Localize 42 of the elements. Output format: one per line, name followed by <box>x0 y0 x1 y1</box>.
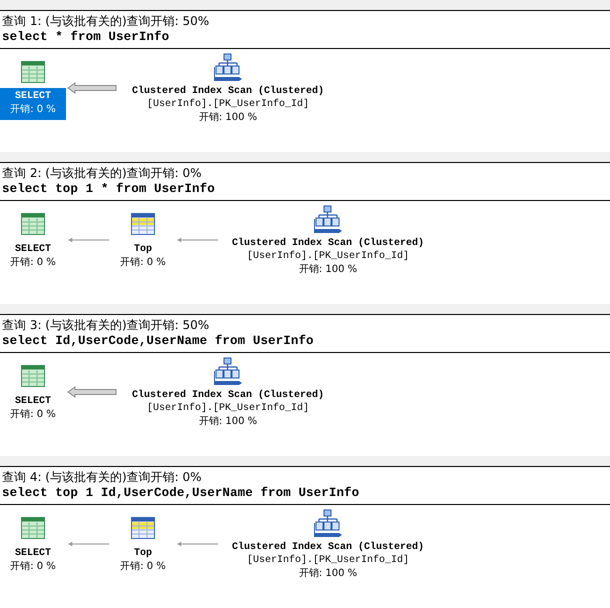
query-header: 查询 4: (与该批有关的)查询开销: 0% <box>2 469 203 485</box>
operator-label: Clustered Index Scan (Clustered) <box>132 85 324 98</box>
query-header: 查询 3: (与该批有关的)查询开销: 50% <box>2 317 210 333</box>
table-icon[interactable] <box>131 517 155 539</box>
cost-label: 开销: 0 % <box>120 560 166 573</box>
cost-label: 开销: 0 % <box>10 103 56 116</box>
table-icon[interactable] <box>21 517 45 539</box>
object-name: [UserInfo].[PK_UserInfo_Id] <box>146 402 310 415</box>
object-name: [UserInfo].[PK_UserInfo_Id] <box>246 554 410 567</box>
operator-label: Top <box>134 243 152 256</box>
table-icon[interactable] <box>21 213 45 235</box>
hierarchy-icon[interactable] <box>213 53 243 81</box>
operator-label: Clustered Index Scan (Clustered) <box>132 389 324 402</box>
cost-label: 开销: 100 % <box>298 263 358 276</box>
sql-statement: select Id,UserCode,UserName from UserInfo <box>2 333 315 349</box>
operator-label: Clustered Index Scan (Clustered) <box>232 237 424 250</box>
cost-label: 开销: 100 % <box>198 415 258 428</box>
cost-label: 开销: 100 % <box>198 111 258 124</box>
hierarchy-icon[interactable] <box>313 205 343 233</box>
object-name: [UserInfo].[PK_UserInfo_Id] <box>146 98 310 111</box>
query-header: 查询 1: (与该批有关的)查询开销: 50% <box>2 13 210 29</box>
hierarchy-icon[interactable] <box>313 509 343 537</box>
operator-label: Top <box>134 547 152 560</box>
sql-statement: select * from UserInfo <box>2 29 170 45</box>
operator-label: Clustered Index Scan (Clustered) <box>232 541 424 554</box>
object-name: [UserInfo].[PK_UserInfo_Id] <box>246 250 410 263</box>
table-icon[interactable] <box>131 213 155 235</box>
operator-label: SELECT <box>14 243 51 256</box>
cost-label: 开销: 0 % <box>10 256 56 269</box>
cost-label: 开销: 0 % <box>10 560 56 573</box>
operator-label: SELECT <box>14 547 51 560</box>
cost-label: 开销: 0 % <box>10 408 56 421</box>
cost-label: 开销: 0 % <box>120 256 166 269</box>
operator-label: SELECT <box>14 395 51 408</box>
table-icon[interactable] <box>21 365 45 387</box>
cost-label: 开销: 100 % <box>298 567 358 580</box>
operator-label: SELECT <box>14 90 51 103</box>
sql-statement: select top 1 * from UserInfo <box>2 181 216 197</box>
hierarchy-icon[interactable] <box>213 357 243 385</box>
table-icon[interactable] <box>21 61 45 83</box>
query-header: 查询 2: (与该批有关的)查询开销: 0% <box>2 165 203 181</box>
sql-statement: select top 1 Id,UserCode,UserName from UserInfo <box>2 485 360 501</box>
